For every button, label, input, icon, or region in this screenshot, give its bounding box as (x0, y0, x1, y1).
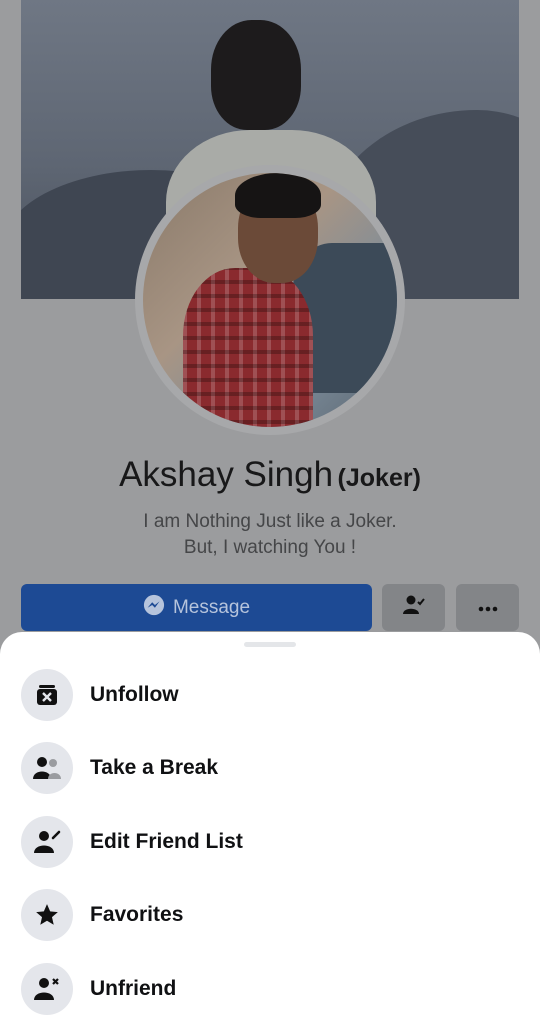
take-a-break-icon (21, 742, 73, 794)
profile-bio: I am Nothing Just like a Joker. But, I w… (0, 509, 540, 561)
edit-friend-icon (21, 816, 73, 868)
menu-item-label: Unfollow (90, 683, 179, 706)
sheet-handle[interactable] (244, 642, 296, 647)
menu-item-label: Unfriend (90, 977, 177, 1000)
menu-item-take-a-break[interactable]: Take a Break (21, 741, 521, 795)
menu-item-favorites[interactable]: Favorites (21, 888, 521, 942)
star-icon (21, 889, 73, 941)
message-button[interactable]: Message (21, 584, 372, 631)
menu-item-label: Edit Friend List (90, 830, 243, 853)
menu-item-label: Take a Break (90, 756, 219, 779)
avatar[interactable] (143, 173, 397, 427)
friends-check-icon (402, 594, 426, 621)
bottom-sheet: Unfollow Take a Break Edit Friend List F… (0, 632, 540, 1036)
more-button[interactable] (456, 584, 519, 631)
bio-line: But, I watching You ! (183, 537, 357, 558)
menu-item-unfollow[interactable]: Unfollow (21, 668, 521, 722)
profile-name-row: Akshay Singh (Joker) (0, 455, 540, 495)
menu-item-edit-friend-list[interactable]: Edit Friend List (21, 815, 521, 869)
unfollow-icon (21, 669, 73, 721)
menu-item-unfriend[interactable]: Unfriend (21, 962, 521, 1016)
profile-nickname: (Joker) (337, 464, 421, 492)
unfriend-icon (21, 963, 73, 1015)
messenger-icon (143, 594, 165, 622)
bio-line: I am Nothing Just like a Joker. (143, 511, 397, 532)
more-dots-icon (478, 599, 498, 617)
menu-item-label: Favorites (90, 903, 184, 926)
friends-button[interactable] (382, 584, 445, 631)
message-label: Message (172, 596, 251, 618)
profile-name: Akshay Singh (119, 455, 334, 494)
